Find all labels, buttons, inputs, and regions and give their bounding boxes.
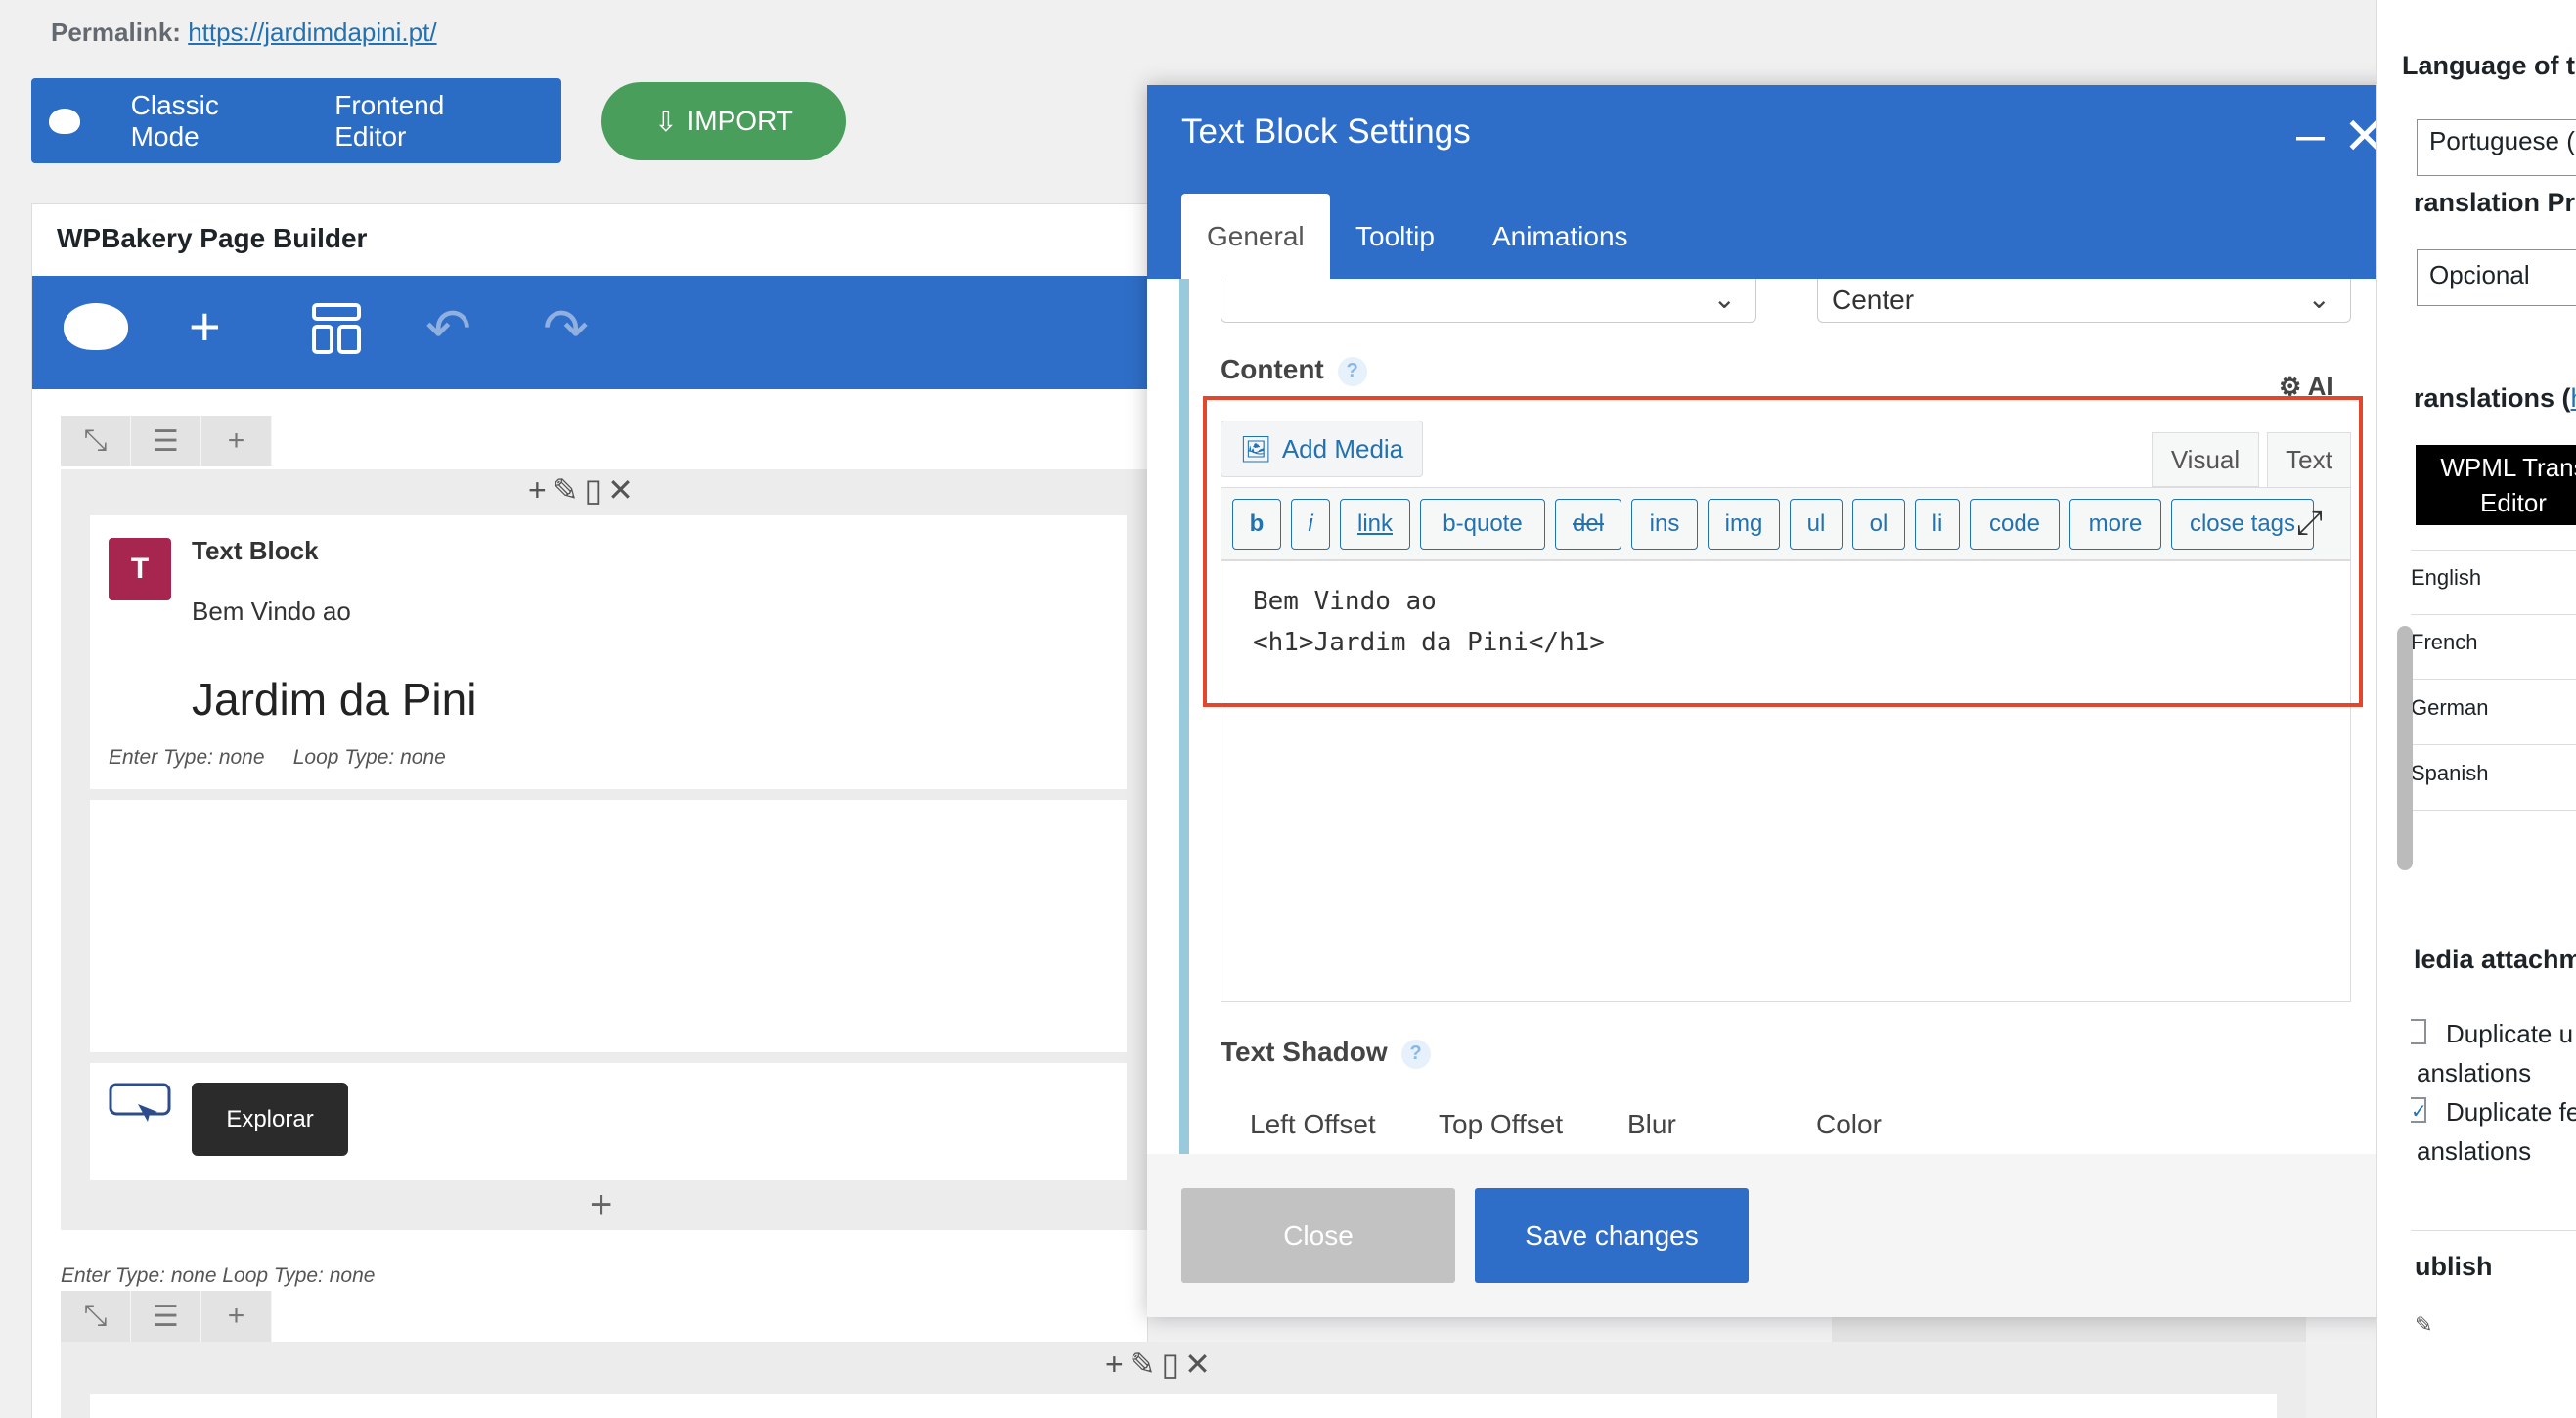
top-offset-label: Top Offset (1439, 1109, 1564, 1139)
translations-help-link[interactable]: h (2571, 383, 2576, 413)
divider (2411, 550, 2576, 551)
mode-bar: Classic Mode Frontend Editor (31, 78, 561, 163)
text-shadow-label: Text Shadow (1221, 1037, 1388, 1067)
add-to-column-icon[interactable]: + (590, 1183, 612, 1227)
param-group-line (1179, 279, 1189, 1154)
pencil-icon[interactable]: ✎ (2415, 1312, 2432, 1338)
blur-label: Blur (1627, 1109, 1676, 1139)
explorar-button[interactable]: Explorar (192, 1083, 348, 1156)
chevron-down-icon: ⌄ (1712, 284, 1736, 314)
duplicate-uploaded-checkbox[interactable] (2411, 1019, 2426, 1044)
wpbakery-logo-icon (49, 108, 80, 134)
button-element-icon (109, 1083, 171, 1129)
left-offset-label: Left Offset (1250, 1109, 1376, 1139)
publish-label: ublish (2415, 1252, 2493, 1281)
lang-spanish: Spanish (2411, 761, 2489, 785)
close-button[interactable]: Close (1181, 1188, 1455, 1283)
next-card (90, 1394, 2277, 1418)
row-meta: Enter Type: none Loop Type: none (61, 1264, 376, 1287)
import-button[interactable]: ⇩ IMPORT (601, 82, 846, 160)
permalink-url[interactable]: https://jardimdapini.pt/ (188, 18, 436, 47)
permalink: Permalink: https://jardimdapini.pt/ (51, 18, 437, 48)
divider (2411, 744, 2576, 745)
lang-french: French (2411, 630, 2478, 654)
translations-label: ranslations (h (2414, 383, 2576, 414)
scrollbar-thumb[interactable] (2397, 626, 2413, 870)
permalink-label: Permalink: (51, 18, 181, 47)
row-add-icon[interactable]: + (201, 1291, 272, 1342)
empty-element-card[interactable] (90, 800, 1127, 1052)
add-element-icon[interactable]: + (189, 299, 221, 354)
import-label: IMPORT (687, 106, 793, 136)
color-label: Color (1816, 1109, 1882, 1139)
row-expand-icon[interactable]: ⤡ (61, 1291, 131, 1342)
row-expand-icon[interactable]: ⤡ (61, 416, 131, 466)
row-add-icon[interactable]: + (201, 416, 272, 466)
divider (2411, 1230, 2576, 1231)
media-attachments-label: ledia attachm (2414, 945, 2576, 974)
alignment-value: Center (1832, 285, 1915, 315)
content-label-row: Content? (1221, 354, 1367, 386)
text-block-meta: Enter Type: none Loop Type: none (109, 746, 446, 770)
loop-type-label: Loop Type (292, 746, 389, 769)
undo-icon[interactable]: ↶ (425, 301, 471, 356)
text-block-title: Text Block (192, 536, 319, 565)
row-controls: ⤡ ☰ + (61, 416, 272, 466)
divider (2411, 679, 2576, 680)
duplicate-featured-label: Duplicate fe (2446, 1097, 2576, 1127)
language-label: Language of th (2402, 51, 2576, 80)
divider (2411, 614, 2576, 615)
divider (2411, 810, 2576, 811)
wpbakery-title: WPBakery Page Builder (57, 223, 368, 253)
wpbakery-toolbar: + ↶ ↷ (32, 276, 1147, 389)
lang-german: German (2411, 695, 2489, 720)
content-label: Content (1221, 354, 1324, 384)
templates-icon[interactable] (312, 303, 361, 354)
duplicate-featured-label-2: anslations (2417, 1136, 2532, 1166)
help-icon[interactable]: ? (1400, 1039, 1431, 1069)
lang-english: English (2411, 565, 2482, 590)
wpml-translation-editor-button[interactable]: WPML Trans Editor (2416, 445, 2576, 525)
text-block-icon: T (109, 538, 171, 600)
text-block-line: Bem Vindo ao (192, 597, 351, 626)
minimize-icon[interactable]: – (2296, 110, 2325, 160)
save-changes-button[interactable]: Save changes (1475, 1188, 1749, 1283)
duplicate-uploaded-label: Duplicate u (2446, 1019, 2574, 1048)
left-select[interactable]: ⌄ (1221, 279, 1756, 323)
duplicate-uploaded-label-2: anslations (2417, 1058, 2532, 1087)
row-layout-icon[interactable]: ☰ (131, 416, 201, 466)
help-icon[interactable]: ? (1337, 356, 1367, 386)
text-shadow-label-row: Text Shadow? (1221, 1037, 1431, 1069)
modal-title: Text Block Settings (1181, 112, 1471, 151)
frontend-editor-button[interactable]: Frontend Editor (334, 90, 511, 153)
alignment-select[interactable]: Center ⌄ (1817, 279, 2351, 323)
translation-priority-select[interactable]: Opcional (2417, 249, 2576, 306)
loop-type-value: : none (388, 746, 446, 769)
row-layout-icon[interactable]: ☰ (131, 1291, 201, 1342)
classic-mode-button[interactable]: Classic Mode (131, 90, 285, 153)
tab-animations[interactable]: Animations (1467, 194, 1654, 279)
translation-priority-label: ranslation Pri (2414, 188, 2576, 217)
row-controls-2: ⤡ ☰ + (61, 1291, 272, 1342)
duplicate-featured-checkbox[interactable]: ✓ (2411, 1097, 2427, 1123)
text-block-heading: Jardim da Pini (192, 674, 477, 725)
wpbakery-cloud-icon[interactable] (64, 303, 128, 350)
tab-tooltip[interactable]: Tooltip (1330, 194, 1460, 279)
tab-general[interactable]: General (1181, 194, 1330, 279)
chevron-down-icon: ⌄ (2307, 284, 2331, 314)
column-controls[interactable]: +✎▯✕ (528, 471, 640, 509)
import-icon: ⇩ (654, 106, 678, 137)
highlight-box (1203, 396, 2363, 707)
redo-icon[interactable]: ↷ (543, 301, 589, 356)
enter-type-label: Enter Type (109, 746, 208, 769)
enter-type-value: : none (207, 746, 265, 769)
column-controls-2[interactable]: +✎▯✕ (1105, 1346, 1217, 1383)
language-select[interactable]: Portuguese ( (2417, 119, 2576, 176)
translations-label-text: ranslations ( (2414, 383, 2571, 413)
